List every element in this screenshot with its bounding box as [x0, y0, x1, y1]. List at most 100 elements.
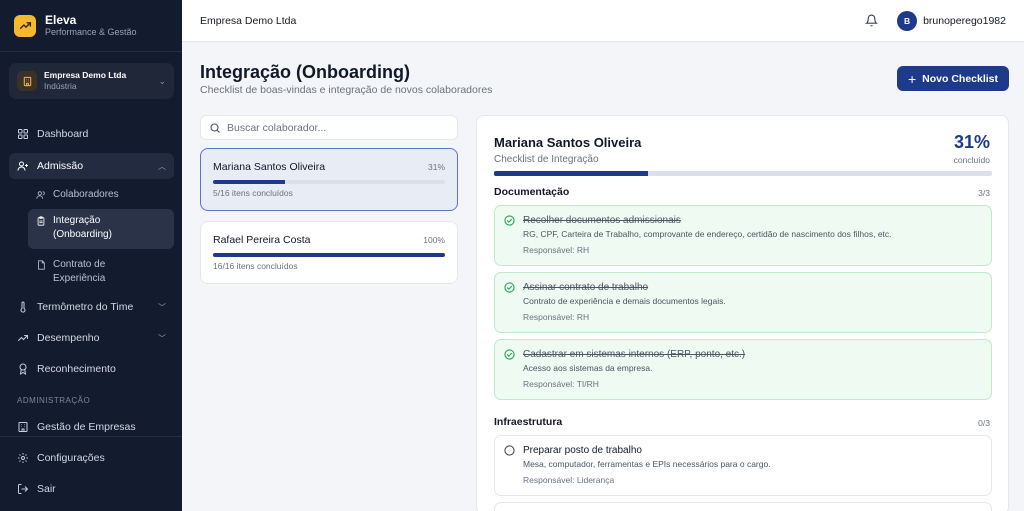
brand[interactable]: Eleva Performance & Gestão [0, 0, 182, 52]
sidebar-item-termometro[interactable]: Termômetro do Time ﹀ [9, 294, 174, 320]
checklist-item[interactable]: Preparar posto de trabalho Mesa, computa… [494, 435, 992, 496]
checklist-panel: Mariana Santos Oliveira Checklist de Int… [476, 115, 1009, 511]
detail-progress-fill [494, 171, 649, 176]
user-plus-icon [17, 160, 29, 172]
checklist-item-responsible: Responsável: RH [523, 312, 590, 322]
thermometer-icon [17, 301, 29, 313]
sidebar-item-label: Colaboradores [53, 189, 119, 200]
sidebar-item-label: Desempenho [37, 332, 100, 344]
checklist-item-title: Recolher documentos admissionais [523, 215, 681, 226]
check-circle-icon[interactable] [504, 215, 515, 226]
clipboard-icon [36, 216, 46, 226]
check-circle-icon[interactable] [504, 282, 515, 293]
sidebar-item-label: Reconhecimento [37, 363, 116, 375]
checklist-item[interactable] [494, 502, 992, 511]
section-count: 3/3 [978, 188, 990, 198]
employee-items: 5/16 itens concluídos [213, 188, 293, 198]
detail-percent: 31% [953, 132, 990, 152]
detail-employee-name: Mariana Santos Oliveira [494, 135, 642, 150]
trending-up-icon [14, 14, 36, 37]
chevron-updown-icon: ⌄ [158, 75, 166, 86]
company-name: Empresa Demo Ltda [44, 70, 127, 80]
section-count: 0/3 [978, 418, 990, 428]
page-subtitle: Checklist de boas-vindas e integração de… [200, 84, 493, 96]
checklist-item-responsible: Responsável: Liderança [523, 475, 615, 485]
topbar: Empresa Demo Ltda B brunoperego1982 [182, 0, 1024, 42]
empty-circle-icon[interactable] [504, 445, 515, 456]
company-selector[interactable]: Empresa Demo Ltda Indústria ⌄ [9, 63, 174, 99]
sidebar-item-label: Integração (Onboarding) [53, 215, 112, 240]
sidebar-item-label: Configurações [37, 452, 105, 464]
sidebar-item-configuracoes[interactable]: Configurações [9, 445, 174, 471]
gear-icon [17, 452, 29, 464]
sidebar-item-sair[interactable]: Sair [9, 476, 174, 502]
checklist-item[interactable]: Recolher documentos admissionais RG, CPF… [494, 205, 992, 266]
plus-icon: + [907, 70, 917, 87]
detail-progress-bar [494, 171, 992, 176]
detail-percent-label: concluído [953, 155, 990, 165]
checklist-item-title: Cadastrar em sistemas internos (ERP, pon… [523, 349, 746, 360]
sidebar-item-reconhecimento[interactable]: Reconhecimento [9, 356, 174, 382]
checklist-item-desc: RG, CPF, Carteira de Trabalho, comprovan… [523, 229, 892, 239]
employee-name: Mariana Santos Oliveira [213, 161, 326, 173]
sidebar-item-contrato[interactable]: Contrato de Experiência [28, 253, 174, 287]
search-icon [209, 122, 221, 134]
sidebar-item-integracao[interactable]: Integração (Onboarding) [28, 209, 174, 249]
award-icon [17, 363, 29, 375]
chevron-down-icon: ﹀ [158, 302, 166, 312]
chevron-down-icon: ﹀ [158, 333, 166, 343]
employee-percent: 31% [427, 162, 445, 172]
employee-card[interactable]: Rafael Pereira Costa 100% 16/16 itens co… [200, 221, 458, 284]
sidebar-divider [0, 436, 182, 437]
search-box[interactable] [200, 115, 458, 140]
dashboard-icon [17, 128, 29, 140]
sidebar-item-label: Admissão [37, 160, 84, 172]
sidebar-item-label: Termômetro do Time [37, 301, 134, 313]
new-checklist-button[interactable]: + Novo Checklist [897, 66, 1009, 91]
sidebar-item-label: Gestão de Empresas [37, 421, 136, 433]
employee-progress-bar [213, 253, 445, 257]
search-input[interactable] [227, 121, 449, 134]
page-title: Integração (Onboarding) [200, 62, 411, 82]
section-title: Infraestrutura [494, 416, 563, 428]
checklist-item-title: Assinar contrato de trabalho [523, 282, 649, 293]
checklist-item-desc: Contrato de experiência e demais documen… [523, 296, 726, 306]
sidebar-item-desempenho[interactable]: Desempenho ﹀ [9, 325, 174, 351]
employee-percent: 100% [423, 235, 445, 245]
sidebar-item-admissao[interactable]: Admissão ︿ [9, 153, 174, 179]
employee-card[interactable]: Mariana Santos Oliveira 31% 5/16 itens c… [200, 148, 458, 211]
sidebar-section-admin: ADMINISTRAÇÃO [17, 396, 91, 405]
checklist-item[interactable]: Assinar contrato de trabalho Contrato de… [494, 272, 992, 333]
checklist-item-desc: Acesso aos sistemas da empresa. [523, 363, 653, 373]
company-sector: Indústria [44, 81, 77, 91]
building-icon [17, 71, 37, 91]
brand-name: Eleva [45, 13, 77, 27]
sidebar-item-label: Dashboard [37, 128, 89, 140]
checklist-item[interactable]: Cadastrar em sistemas internos (ERP, pon… [494, 339, 992, 400]
employee-name: Rafael Pereira Costa [213, 234, 311, 246]
file-icon [36, 260, 46, 270]
new-checklist-label: Novo Checklist [922, 72, 999, 85]
sidebar-item-colaboradores[interactable]: Colaboradores [28, 183, 174, 207]
chevron-up-icon: ︿ [158, 161, 166, 171]
sidebar: Eleva Performance & Gestão Empresa Demo … [0, 0, 182, 511]
sidebar-item-label: Sair [37, 483, 56, 495]
checklist-item-title: Preparar posto de trabalho [523, 445, 642, 456]
trending-up-icon [17, 332, 29, 344]
topbar-company: Empresa Demo Ltda [200, 14, 297, 27]
logout-icon [17, 483, 29, 495]
building-icon [17, 421, 29, 433]
checklist-item-desc: Mesa, computador, ferramentas e EPIs nec… [523, 459, 771, 469]
employee-progress-fill [213, 253, 445, 257]
employee-progress-bar [213, 180, 445, 184]
bell-icon[interactable] [865, 14, 879, 28]
sidebar-item-dashboard[interactable]: Dashboard [9, 121, 174, 147]
sidebar-item-label: Contrato de Experiência [53, 259, 106, 284]
detail-subtitle: Checklist de Integração [494, 154, 599, 165]
check-circle-icon[interactable] [504, 349, 515, 360]
users-icon [36, 190, 46, 200]
checklist-item-responsible: Responsável: RH [523, 245, 590, 255]
avatar[interactable]: B [897, 10, 918, 31]
username[interactable]: brunoperego1982 [923, 15, 1006, 27]
checklist-item-responsible: Responsável: TI/RH [523, 379, 599, 389]
